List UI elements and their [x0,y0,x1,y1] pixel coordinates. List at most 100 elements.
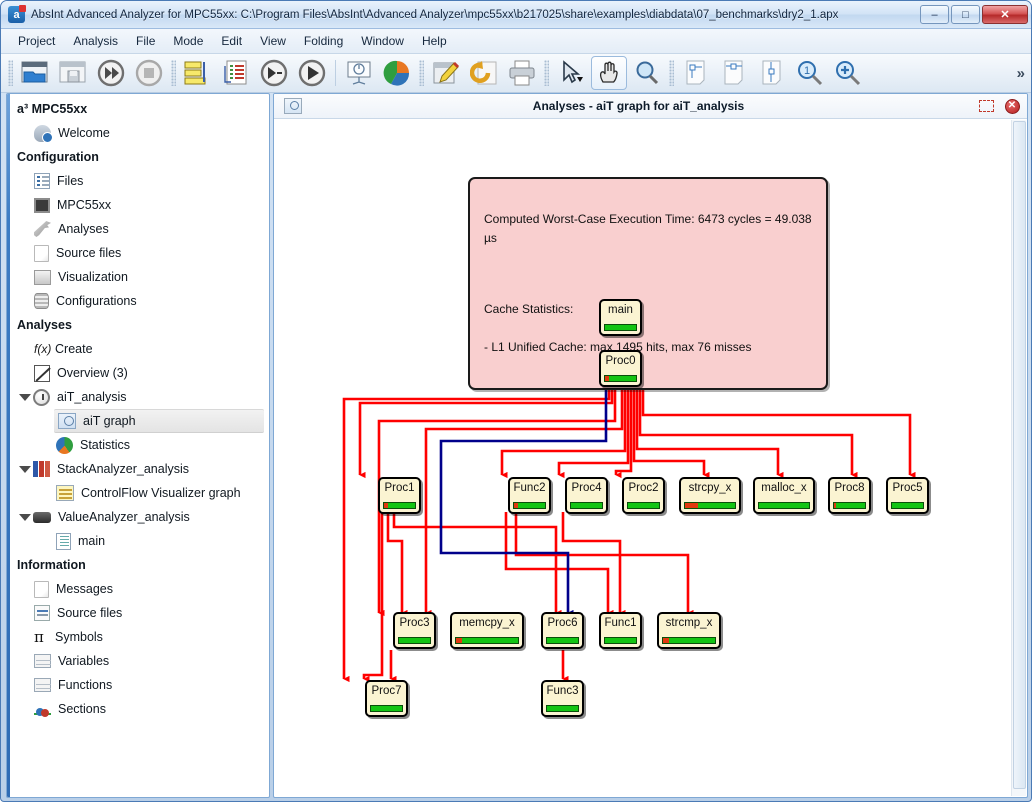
zoom-in-button[interactable] [830,56,866,90]
sidebar-item-welcome[interactable]: Welcome [10,121,266,145]
graph-canvas[interactable]: Computed Worst-Case Execution Time: 6473… [278,123,1010,793]
zoom-tool-button[interactable] [629,56,665,90]
sidebar-item-controlflow-visualizer-graph[interactable]: ControlFlow Visualizer graph [10,481,266,505]
sidebar-group-valueanalyzer-analysis[interactable]: ValueAnalyzer_analysis [10,505,266,529]
chevron-down-icon[interactable] [18,463,31,476]
fx-icon: f(x) [34,342,52,356]
app-logo-icon: a [8,5,26,23]
graph-node-func1[interactable]: Func1 [599,612,642,649]
page-title: Analyses - aiT graph for aiT_analysis [532,99,745,113]
sidebar-item-overview[interactable]: Overview (3) [10,361,266,385]
sidebar-item-configurations[interactable]: Configurations [10,289,266,313]
sidebar-item-main[interactable]: main [10,529,266,553]
sidebar-group-stackanalyzer-analysis[interactable]: StackAnalyzer_analysis [10,457,266,481]
toolbar-overflow-button[interactable]: » [1017,65,1025,82]
sidebar-item-sections[interactable]: Sections [10,697,266,721]
sidebar-item-ait-graph[interactable]: aiT graph [54,409,264,433]
run-button[interactable] [294,56,330,90]
sidebar-item-variables[interactable]: Variables [10,649,266,673]
menu-project[interactable]: Project [9,31,64,51]
sidebar-item-mpc55xx[interactable]: MPC55xx [10,193,266,217]
main-vertical-scrollbar[interactable] [1011,120,1026,796]
menu-analysis[interactable]: Analysis [64,31,127,51]
graph-node-proc1[interactable]: Proc1 [378,477,421,514]
graph-node-malloc-x[interactable]: malloc_x [753,477,815,514]
cache-stats-line: - L1 Unified Cache: max 1495 hits, max 7… [484,340,752,354]
sidebar-item-analyses-config[interactable]: Analyses [10,217,266,241]
chevron-down-icon[interactable] [18,511,31,524]
menu-folding[interactable]: Folding [295,31,352,51]
menu-mode[interactable]: Mode [164,31,212,51]
sidebar-item-symbols[interactable]: π Symbols [10,625,266,649]
close-button[interactable]: ✕ [982,5,1028,24]
notes-button[interactable] [180,56,216,90]
toolbar-grip-3[interactable] [419,60,424,86]
save-edit-button[interactable] [428,56,464,90]
open-project-button[interactable] [17,56,53,90]
sidebar-panel: a³ MPC55xx Welcome Configuration Files M… [6,93,270,798]
toolbar-grip-5[interactable] [669,60,674,86]
menu-edit[interactable]: Edit [212,31,251,51]
stop-button[interactable] [131,56,167,90]
sidebar-item-functions[interactable]: Functions [10,673,266,697]
run-step-button[interactable] [256,56,292,90]
grid-icon [34,654,51,668]
graph-node-func2[interactable]: Func2 [508,477,551,514]
menu-file[interactable]: File [127,31,164,51]
toolbar-grip[interactable] [8,60,13,86]
graph-node-proc3[interactable]: Proc3 [393,612,436,649]
graph-node-main[interactable]: main [599,299,642,336]
node-label: Proc8 [834,482,865,494]
sidebar-item-source-files-info[interactable]: Source files [10,601,266,625]
graph-node-proc5[interactable]: Proc5 [886,477,929,514]
svg-text:1: 1 [804,65,810,77]
minimize-button[interactable]: – [920,5,949,24]
graph-node-proc6[interactable]: Proc6 [541,612,584,649]
select-tool-button[interactable] [553,56,589,90]
visualization-button[interactable] [341,56,377,90]
print-button[interactable] [504,56,540,90]
statistics-pie-icon [383,60,410,86]
scrollbar-thumb[interactable] [1013,121,1026,789]
fit-width-button[interactable] [716,56,752,90]
toolbar-grip-4[interactable] [544,60,549,86]
run-icon [298,59,326,87]
fit-height-button[interactable] [754,56,790,90]
sidebar-item-source-files-config[interactable]: Source files [10,241,266,265]
graph-node-proc2[interactable]: Proc2 [622,477,665,514]
graph-node-memcpy-x[interactable]: memcpy_x [450,612,524,649]
statistics-button[interactable] [379,56,415,90]
chevron-down-icon[interactable] [18,391,31,404]
node-label: Proc5 [892,482,923,494]
graph-node-strcpy-x[interactable]: strcpy_x [679,477,741,514]
sidebar-item-files[interactable]: Files [10,169,266,193]
pan-tool-button[interactable] [591,56,627,90]
sidebar-item-visualization[interactable]: Visualization [10,265,266,289]
sidebar-item-create[interactable]: f(x) Create [10,337,266,361]
toolbar-grip-2[interactable] [171,60,176,86]
graph-node-proc4[interactable]: Proc4 [565,477,608,514]
graph-node-strcmp-x[interactable]: strcmp_x [657,612,721,649]
graph-node-proc8[interactable]: Proc8 [828,477,871,514]
fit-page-button[interactable] [678,56,714,90]
zoom-100-button[interactable]: 1 [792,56,828,90]
fast-forward-button[interactable] [93,56,129,90]
sidebar-item-messages[interactable]: Messages [10,577,266,601]
restore-panel-button[interactable] [975,96,997,116]
sidebar-group-ait-analysis[interactable]: aiT_analysis [10,385,266,409]
menu-window[interactable]: Window [352,31,413,51]
report-button[interactable] [218,56,254,90]
sidebar-section-analyses: Analyses [10,313,266,337]
menu-view[interactable]: View [251,31,295,51]
save-project-button[interactable] [55,56,91,90]
graph-node-proc0[interactable]: Proc0 [599,350,642,387]
node-coverage-bar [546,705,579,712]
graph-node-proc7[interactable]: Proc7 [365,680,408,717]
reload-button[interactable] [466,56,502,90]
menu-help[interactable]: Help [413,31,456,51]
tree-root[interactable]: a³ MPC55xx [10,97,266,121]
sidebar-item-statistics[interactable]: Statistics [10,433,266,457]
close-panel-button[interactable]: ✕ [1001,96,1023,116]
graph-node-func3[interactable]: Func3 [541,680,584,717]
maximize-button[interactable]: □ [951,5,980,24]
